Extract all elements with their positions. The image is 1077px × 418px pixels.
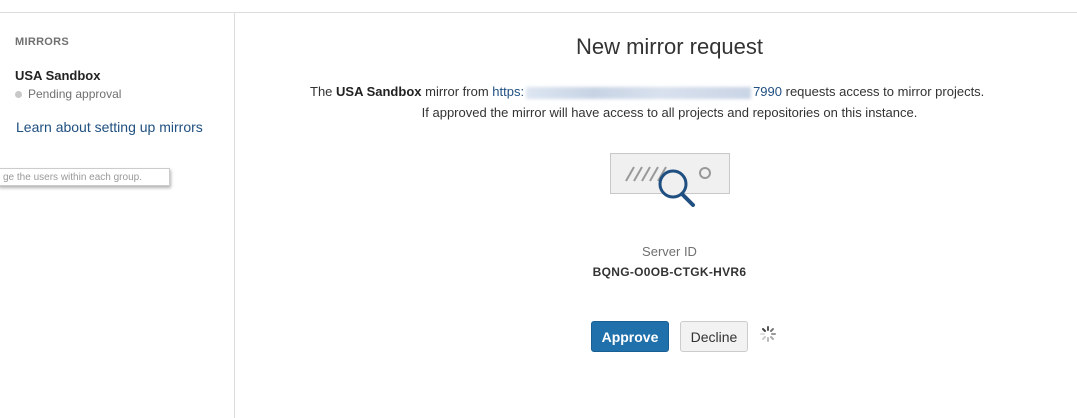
learn-mirrors-link[interactable]: Learn about setting up mirrors: [16, 119, 203, 135]
mirror-url-link[interactable]: https: 7990: [492, 84, 782, 99]
page-title: New mirror request: [575, 34, 764, 59]
top-bar: [0, 0, 1077, 13]
mirror-url-port: 7990: [753, 84, 782, 99]
loading-spinner-icon: [760, 326, 776, 342]
approve-button[interactable]: Approve: [591, 321, 669, 352]
sidebar: MIRRORS USA Sandbox Pending approval Lea…: [0, 13, 235, 418]
request-suffix: requests access to mirror projects.: [782, 84, 985, 99]
request-prefix: The: [310, 84, 337, 99]
server-search-illustration: [610, 153, 730, 207]
main-content: New mirror request The USA Sandbox mirro…: [235, 13, 1077, 418]
sidebar-heading: MIRRORS: [15, 36, 70, 48]
server-id-label: Server ID: [642, 244, 697, 259]
redacted-url: [526, 86, 752, 99]
request-description: The USA Sandbox mirror from https: 7990 r…: [310, 84, 984, 99]
mirror-status: Pending approval: [15, 87, 121, 101]
request-mirror-name: USA Sandbox: [336, 84, 422, 99]
request-middle: mirror from: [421, 84, 493, 99]
decline-button[interactable]: Decline: [680, 321, 748, 352]
mirror-url-start: https:: [492, 84, 525, 99]
sidebar-item-mirror-name[interactable]: USA Sandbox: [15, 68, 100, 83]
approval-note: If approved the mirror will have access …: [421, 105, 918, 120]
server-id-value: BQNG-O0OB-CTGK-HVR6: [592, 265, 747, 279]
tooltip: ge the users within each group.: [0, 168, 170, 186]
mirror-status-label: Pending approval: [28, 87, 122, 101]
status-dot-icon: [15, 90, 22, 98]
